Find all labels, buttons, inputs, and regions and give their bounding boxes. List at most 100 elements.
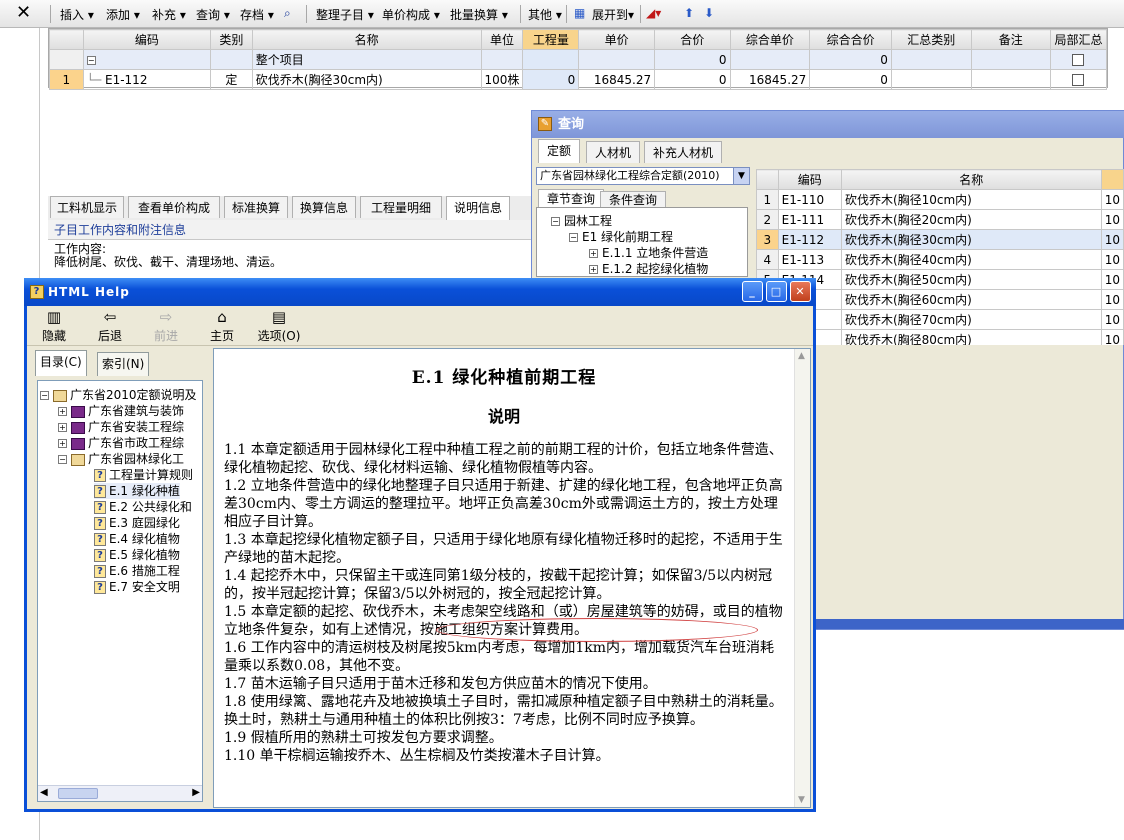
close-icon[interactable]: ✕ (16, 2, 31, 23)
column-header-remarks[interactable]: 备注 (970, 29, 1051, 50)
code-cell[interactable]: E1-111 (777, 209, 842, 230)
tree-node[interactable]: − 广东省园林绿化工 (58, 451, 184, 467)
tab-description[interactable]: 说明信息 (446, 196, 510, 220)
expand-icon[interactable]: + (58, 407, 67, 416)
row-number[interactable]: 1 (49, 69, 84, 90)
supplement-menu[interactable]: 补充 ▾ (152, 6, 186, 23)
unit-price-cell[interactable]: 16845.27 (578, 69, 656, 90)
column-header-total-price[interactable]: 合价 (654, 29, 731, 50)
extra-cell[interactable]: 10 (1100, 249, 1124, 270)
minimize-icon[interactable]: _ (742, 281, 763, 302)
tree-node[interactable]: + E.1.1 立地条件营造 (589, 244, 708, 261)
tab-index[interactable]: 索引(N) (97, 352, 150, 376)
table-row[interactable]: 1 E1-110 砍伐乔木(胸径10cm内) 10 (756, 189, 1124, 210)
project-name-cell[interactable]: 整个项目 (251, 49, 482, 70)
code-cell[interactable]: E1-110 (777, 189, 842, 210)
extra-cell[interactable]: 10 (1100, 309, 1124, 330)
partial-summary-checkbox[interactable] (1072, 54, 1085, 66)
extra-cell[interactable]: 10 (1100, 269, 1124, 290)
query-menu[interactable]: 查询 ▾ (196, 6, 230, 23)
tab-quantity-detail[interactable]: 工程量明细 (360, 196, 442, 218)
scroll-right-icon[interactable]: ▶ (192, 787, 200, 798)
tab-unit-price-composition[interactable]: 查看单价构成 (128, 196, 220, 218)
tree-node[interactable]: + E.1.2 起挖绿化植物 (589, 260, 708, 276)
column-header-summary-category[interactable]: 汇总类别 (890, 29, 972, 50)
insert-menu[interactable]: 插入 ▾ (60, 6, 94, 23)
tree-topic[interactable]: ? E.6 措施工程 (94, 563, 180, 579)
archive-menu[interactable]: 存档 ▾ (240, 6, 274, 23)
collapse-icon[interactable]: − (58, 455, 67, 464)
unit-cell[interactable]: 100株 (480, 69, 524, 90)
table-row[interactable]: 2 E1-111 砍伐乔木(胸径20cm内) 10 (756, 209, 1124, 230)
quota-library-select[interactable]: 广东省园林绿化工程综合定额(2010) ▼ (536, 167, 750, 185)
tab-conversion-info[interactable]: 换算信息 (292, 196, 356, 218)
query-title-bar[interactable]: ✎ 查询 (532, 111, 1124, 138)
name-cell[interactable]: 砍伐乔木(胸径50cm内) (840, 269, 1102, 290)
code-cell[interactable]: E1-112 (777, 229, 842, 250)
partial-summary-checkbox[interactable] (1072, 74, 1085, 86)
batch-convert-menu[interactable]: 批量换算 ▾ (450, 6, 508, 23)
tab-chapter-query[interactable]: 章节查询 (538, 189, 605, 209)
close-icon[interactable]: ✕ (790, 281, 811, 302)
move-up-icon[interactable]: ⬆ (684, 6, 694, 20)
move-down-icon[interactable]: ⬇ (704, 6, 714, 20)
type-cell[interactable]: 定 (209, 69, 253, 90)
tab-supplement-labor-material[interactable]: 补充人材机 (644, 141, 723, 163)
collapse-icon[interactable]: − (569, 233, 578, 242)
chevron-down-icon[interactable]: ▼ (733, 168, 749, 184)
name-cell[interactable]: 砍伐乔木(胸径80cm内) (840, 329, 1102, 345)
other-menu[interactable]: 其他 ▾ (528, 6, 562, 23)
name-cell[interactable]: 砍伐乔木(胸径30cm内) (251, 69, 482, 90)
help-title-bar[interactable]: ? HTML Help _ □ ✕ (24, 278, 816, 306)
column-header-composite-total[interactable]: 综合合价 (809, 29, 892, 50)
expand-icon[interactable]: + (589, 249, 598, 258)
remarks-cell[interactable] (970, 69, 1051, 90)
expand-to-menu[interactable]: 展开到▾ (592, 6, 634, 23)
scroll-up-icon[interactable]: ▲ (798, 351, 805, 361)
tree-topic[interactable]: ? E.2 公共绿化和 (94, 499, 192, 515)
column-header-quantity[interactable]: 工程量 (522, 29, 580, 50)
collapse-icon[interactable]: − (40, 391, 49, 400)
table-row-selected[interactable]: 3 E1-112 砍伐乔木(胸径30cm内) 10 (756, 229, 1124, 250)
column-header-unit[interactable]: 单位 (480, 29, 524, 50)
maximize-icon[interactable]: □ (766, 281, 787, 302)
binoculars-icon[interactable]: ⌕ (284, 6, 291, 21)
expand-icon[interactable]: + (589, 265, 598, 274)
column-header-code[interactable]: 编码 (82, 29, 211, 50)
name-cell[interactable]: 砍伐乔木(胸径40cm内) (840, 249, 1102, 270)
column-header-composite-unit-price[interactable]: 综合单价 (729, 29, 811, 50)
unit-price-menu[interactable]: 单价构成 ▾ (382, 6, 440, 23)
name-cell[interactable]: 砍伐乔木(胸径30cm内) (840, 229, 1102, 250)
column-header-extra[interactable] (1100, 169, 1124, 190)
tree-topic[interactable]: ? E.3 庭园绿化 (94, 515, 180, 531)
name-cell[interactable]: 砍伐乔木(胸径60cm内) (840, 289, 1102, 310)
scrollbar-thumb[interactable] (58, 788, 98, 799)
extra-cell[interactable]: 10 (1100, 209, 1124, 230)
code-cell[interactable]: E1-113 (777, 249, 842, 270)
extra-cell[interactable]: 10 (1100, 189, 1124, 210)
tree-topic[interactable]: ? 工程量计算规则 (94, 467, 193, 483)
partial-summary-cell[interactable] (1049, 69, 1108, 90)
code-cell[interactable]: └─ E1-112 (82, 69, 211, 90)
color-fill-icon[interactable]: ◢▾ (646, 6, 661, 20)
expand-icon[interactable]: + (58, 439, 67, 448)
summary-category-cell[interactable] (890, 69, 972, 90)
extra-cell[interactable]: 10 (1100, 229, 1124, 250)
organize-items-menu[interactable]: 整理子目 ▾ (316, 6, 374, 23)
tree-node[interactable]: − E1 绿化前期工程 (569, 228, 673, 245)
table-row[interactable]: 1 └─ E1-112 定 砍伐乔木(胸径30cm内) 100株 0 16845… (49, 69, 1108, 90)
quantity-cell[interactable] (522, 49, 580, 70)
extra-cell[interactable]: 10 (1100, 289, 1124, 310)
collapse-icon[interactable]: − (551, 217, 560, 226)
column-header-name[interactable]: 名称 (840, 169, 1102, 190)
vertical-scrollbar[interactable]: ▲ ▼ (794, 349, 810, 807)
tree-topic-selected[interactable]: ? E.1 绿化种植 (94, 483, 180, 499)
back-button[interactable]: ⇦ 后退 (89, 308, 131, 344)
tree-topic[interactable]: ? E.7 安全文明 (94, 579, 180, 595)
tree-node[interactable]: + 广东省建筑与装饰 (58, 403, 184, 419)
collapse-toggle[interactable]: − (82, 49, 211, 70)
tab-labor-material-machine[interactable]: 人材机 (586, 141, 641, 163)
name-cell[interactable]: 砍伐乔木(胸径20cm内) (840, 209, 1102, 230)
name-cell[interactable]: 砍伐乔木(胸径10cm内) (840, 189, 1102, 210)
horizontal-scrollbar[interactable]: ◀ ▶ (38, 785, 202, 801)
